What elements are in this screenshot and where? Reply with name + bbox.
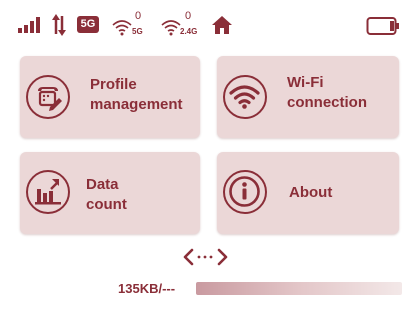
wifi-24g-client-count: 0 bbox=[185, 10, 192, 22]
wifi-connection-label: Wi-Fi connection bbox=[287, 73, 367, 113]
battery-icon bbox=[366, 17, 399, 35]
about-label-line1: About bbox=[289, 184, 333, 201]
bar-chart-icon bbox=[26, 170, 70, 214]
data-usage-text: 135KB/--- bbox=[118, 281, 176, 296]
network-type-badge: 5G bbox=[77, 16, 99, 33]
data-label-line1: Data bbox=[86, 176, 119, 193]
profile-label-line2: management bbox=[90, 96, 183, 113]
wifi-5g-indicator: 0 5G bbox=[111, 10, 147, 40]
up-down-arrows-icon bbox=[52, 14, 66, 36]
data-usage-bar bbox=[196, 282, 402, 295]
wifi-5g-client-count: 0 bbox=[135, 10, 142, 22]
wifi-label-line2: connection bbox=[287, 94, 368, 111]
info-icon bbox=[223, 170, 267, 214]
data-label-line2: count bbox=[86, 196, 127, 213]
wifi-5g-band-label: 5G bbox=[132, 27, 143, 36]
wifi-icon bbox=[161, 20, 181, 36]
about-label: About bbox=[289, 183, 332, 203]
profile-management-tile[interactable]: Profile management bbox=[20, 56, 200, 138]
status-bar: 5G 0 5G 0 2.4G bbox=[0, 0, 413, 44]
phone-pencil-icon bbox=[26, 75, 70, 119]
profile-label-line1: Profile bbox=[90, 76, 137, 93]
wifi-icon bbox=[223, 75, 267, 119]
data-count-label: Data count bbox=[86, 175, 127, 215]
wifi-icon bbox=[112, 20, 132, 36]
wifi-connection-tile[interactable]: Wi-Fi connection bbox=[217, 56, 399, 138]
home-icon[interactable] bbox=[211, 15, 233, 35]
data-count-tile[interactable]: Data count bbox=[20, 152, 200, 234]
wifi-24g-band-label: 2.4G bbox=[180, 27, 198, 36]
left-right-arrows-icon[interactable] bbox=[183, 247, 229, 267]
wifi-24g-indicator: 0 2.4G bbox=[160, 10, 202, 40]
signal-bars-icon bbox=[18, 17, 40, 33]
profile-management-label: Profile management bbox=[90, 75, 183, 115]
about-tile[interactable]: About bbox=[217, 152, 399, 234]
wifi-label-line1: Wi-Fi bbox=[287, 74, 324, 91]
